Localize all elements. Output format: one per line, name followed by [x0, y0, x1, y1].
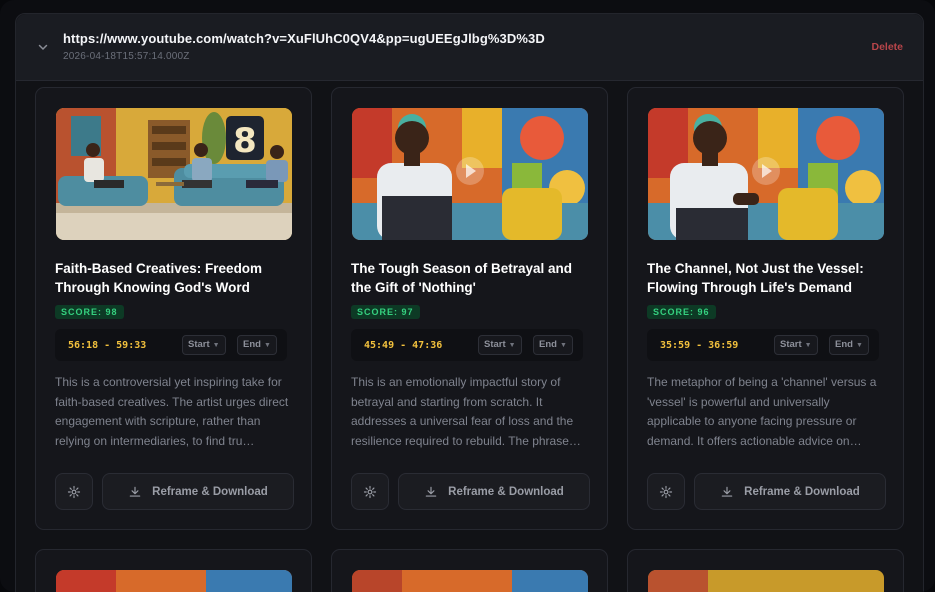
video-header[interactable]: https://www.youtube.com/watch?v=XuFlUhC0… [16, 14, 923, 81]
settings-button[interactable] [647, 473, 685, 510]
clip-thumbnail[interactable] [56, 570, 292, 592]
clip-thumbnail[interactable]: 8 [56, 108, 292, 240]
clip-card: The Channel, Not Just the Vessel: Flowin… [627, 87, 904, 530]
clip-thumbnail[interactable] [648, 108, 884, 240]
gear-icon [659, 485, 673, 498]
settings-button[interactable] [55, 473, 93, 510]
start-label: Start [188, 339, 210, 350]
clip-description: This is an emotionally impactful story o… [351, 375, 581, 448]
download-icon [129, 486, 141, 497]
settings-button[interactable] [351, 473, 389, 510]
clip-card: 8 Faith-Based Creatives: Freedom Through [35, 87, 312, 530]
reframe-download-button[interactable]: Reframe & Download [694, 473, 886, 510]
end-select[interactable]: End ▼ [237, 335, 277, 355]
download-icon [721, 486, 733, 497]
download-icon [425, 486, 437, 497]
caret-down-icon: ▼ [559, 342, 567, 349]
clip-description: The metaphor of being a 'channel' versus… [647, 375, 877, 448]
start-label: Start [484, 339, 506, 350]
reframe-download-label: Reframe & Download [152, 485, 268, 498]
time-range-box: 45:49 - 47:36 Start ▼ End ▼ [351, 329, 583, 361]
clip-card [627, 549, 904, 592]
clip-title: The Channel, Not Just the Vessel: Flowin… [647, 261, 864, 295]
clip-thumbnail[interactable] [352, 108, 588, 240]
score-badge: SCORE: 98 [55, 305, 124, 319]
start-select[interactable]: Start ▼ [774, 335, 818, 355]
clip-thumbnail[interactable] [648, 570, 884, 592]
clip-title: The Tough Season of Betrayal and the Gif… [351, 261, 573, 295]
time-range: 35:59 - 36:59 [660, 340, 739, 351]
chevron-down-icon[interactable] [37, 41, 49, 53]
end-select[interactable]: End ▼ [829, 335, 869, 355]
score-badge: SCORE: 97 [351, 305, 420, 319]
reframe-download-button[interactable]: Reframe & Download [398, 473, 590, 510]
end-label: End [243, 339, 261, 350]
app-window: https://www.youtube.com/watch?v=XuFlUhC0… [0, 0, 935, 592]
caret-down-icon: ▼ [212, 342, 220, 349]
gear-icon [363, 485, 377, 498]
clip-description: This is a controversial yet inspiring ta… [55, 375, 289, 448]
time-range: 56:18 - 59:33 [68, 340, 147, 351]
caret-down-icon: ▼ [508, 342, 516, 349]
end-select[interactable]: End ▼ [533, 335, 573, 355]
video-url: https://www.youtube.com/watch?v=XuFlUhC0… [63, 31, 545, 46]
start-select[interactable]: Start ▼ [478, 335, 522, 355]
gear-icon [67, 485, 81, 498]
reframe-download-label: Reframe & Download [448, 485, 564, 498]
clip-card: The Tough Season of Betrayal and the Gif… [331, 87, 608, 530]
reframe-download-label: Reframe & Download [744, 485, 860, 498]
caret-down-icon: ▼ [855, 342, 863, 349]
clip-title: Faith-Based Creatives: Freedom Through K… [55, 261, 263, 295]
clip-thumbnail[interactable] [352, 570, 588, 592]
video-timestamp: 2026-04-18T15:57:14.000Z [63, 51, 190, 62]
time-range-box: 35:59 - 36:59 Start ▼ End ▼ [647, 329, 879, 361]
clip-card [331, 549, 608, 592]
reframe-download-button[interactable]: Reframe & Download [102, 473, 294, 510]
time-range: 45:49 - 47:36 [364, 340, 443, 351]
time-range-box: 56:18 - 59:33 Start ▼ End ▼ [55, 329, 287, 361]
start-label: Start [780, 339, 802, 350]
start-select[interactable]: Start ▼ [182, 335, 226, 355]
end-label: End [835, 339, 853, 350]
delete-button[interactable]: Delete [871, 41, 903, 53]
score-badge: SCORE: 96 [647, 305, 716, 319]
svg-text:8: 8 [233, 121, 257, 161]
caret-down-icon: ▼ [804, 342, 812, 349]
caret-down-icon: ▼ [263, 342, 271, 349]
end-label: End [539, 339, 557, 350]
clip-card [35, 549, 312, 592]
